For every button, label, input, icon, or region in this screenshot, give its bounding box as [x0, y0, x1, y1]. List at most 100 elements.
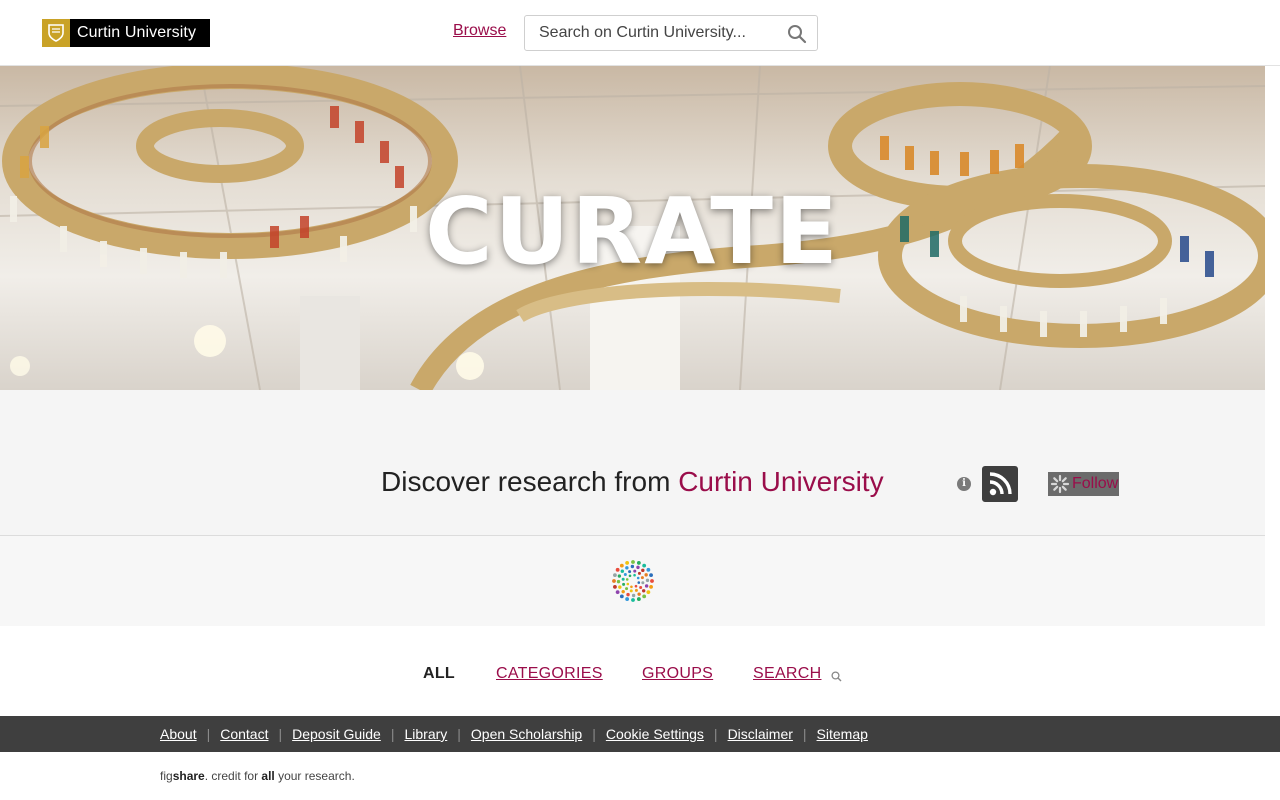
site-search	[524, 15, 818, 51]
footer-link-sitemap[interactable]: Sitemap	[817, 726, 868, 742]
loader-dot	[644, 584, 649, 588]
loader-dot	[625, 578, 629, 581]
loader-dot	[637, 571, 641, 575]
footer-link-about[interactable]: About	[160, 726, 197, 742]
loader-dot	[636, 565, 640, 570]
curtin-logo[interactable]: Curtin University	[42, 19, 210, 47]
footer-separator: |	[457, 726, 461, 742]
rss-icon[interactable]	[982, 466, 1018, 502]
loader-dot	[639, 585, 643, 589]
footer-link-contact[interactable]: Contact	[220, 726, 268, 742]
figshare-credit: figshare. credit for all your research.	[160, 769, 355, 783]
loader-dot	[613, 573, 617, 578]
loader-dot	[640, 576, 644, 580]
follow-button[interactable]: Follow	[1048, 472, 1119, 496]
tab-groups[interactable]: GROUPS	[642, 665, 713, 683]
loader-dot	[631, 560, 635, 564]
loader-dot	[646, 590, 651, 595]
loader-dot	[618, 585, 622, 589]
footer-separator: |	[390, 726, 395, 742]
loader-dot	[628, 574, 632, 578]
footer-link-open-scholarship[interactable]: Open Scholarship	[471, 726, 582, 742]
spinner-icon	[1048, 472, 1072, 496]
footer-link-library[interactable]: Library	[404, 726, 447, 742]
tab-search[interactable]: SEARCH	[753, 665, 821, 683]
loader-dot	[612, 579, 616, 583]
footer-separator: |	[713, 726, 718, 742]
tab-all[interactable]: ALL	[423, 665, 455, 683]
search-icon[interactable]	[787, 24, 807, 44]
loader-dot	[641, 589, 646, 593]
credit-end: your research.	[274, 769, 355, 783]
hero-title: CURATE	[425, 178, 840, 285]
loader-dot	[631, 598, 635, 602]
loader-dot	[641, 568, 645, 573]
footer-link-deposit-guide[interactable]: Deposit Guide	[292, 726, 381, 742]
footer-separator: |	[206, 726, 211, 742]
loader-dot	[649, 573, 653, 578]
loader-dot	[633, 573, 636, 577]
browse-link[interactable]: Browse	[453, 22, 506, 40]
footer-separator: |	[592, 726, 596, 742]
section-tabs: ALL CATEGORIES GROUPS SEARCH	[0, 626, 1280, 716]
credit-fig: fig	[160, 769, 173, 783]
loader-dot	[626, 582, 630, 586]
discover-section: Discover research from Curtin University…	[0, 390, 1265, 536]
loader-dot	[619, 563, 624, 568]
footer-links: About | Contact | Deposit Guide | Librar…	[160, 726, 868, 742]
loader-dot	[630, 585, 633, 589]
loader-dot	[642, 563, 647, 568]
loader-dot	[625, 587, 629, 591]
loader-dot	[641, 581, 645, 585]
loader-dot	[642, 594, 647, 599]
credit-all: all	[261, 769, 275, 783]
loader-dot	[650, 579, 654, 583]
loader-dot	[623, 573, 627, 577]
discover-prefix: Discover research from	[381, 466, 679, 497]
tab-categories[interactable]: CATEGORIES	[496, 665, 603, 683]
credit-mid: . credit for	[204, 769, 262, 783]
footer-separator: |	[278, 726, 283, 742]
loader-dot	[613, 584, 617, 589]
footer-bar: About | Contact | Deposit Guide | Librar…	[0, 716, 1280, 752]
info-icon[interactable]: i	[957, 477, 971, 491]
loader-dot	[637, 592, 641, 596]
loader-dot	[631, 593, 636, 598]
loader-dot	[630, 564, 635, 569]
footer-link-cookie-settings[interactable]: Cookie Settings	[606, 726, 704, 742]
loader-dot	[645, 578, 650, 583]
loader-dot	[634, 588, 638, 592]
footer-separator: |	[802, 726, 807, 742]
logo-text: Curtin University	[77, 24, 197, 41]
loader-dot	[629, 589, 633, 593]
search-input[interactable]	[525, 16, 775, 50]
credit-share: share	[172, 769, 205, 783]
loader-dot	[616, 579, 621, 584]
loader-dot	[622, 582, 626, 586]
loader-dot	[625, 561, 630, 565]
loader-dot	[621, 589, 625, 594]
loader-dot	[633, 569, 637, 573]
loader-dot	[625, 597, 630, 601]
loader-dot	[621, 577, 625, 581]
loader-dot	[636, 561, 641, 565]
loader-dot	[636, 576, 640, 580]
content-loading-area	[0, 536, 1265, 626]
search-icon	[831, 669, 842, 682]
loader-dot	[615, 590, 620, 595]
loader-dot	[636, 597, 641, 601]
loader-dot	[626, 592, 630, 597]
loader-dot	[637, 581, 641, 584]
follow-label: Follow	[1072, 475, 1119, 492]
footer-link-disclaimer[interactable]: Disclaimer	[728, 726, 793, 742]
institution-name: Curtin University	[678, 466, 884, 497]
loader-dot	[646, 567, 651, 572]
loader-dot	[634, 584, 638, 588]
loader-dot	[620, 569, 625, 573]
discover-heading: Discover research from Curtin University	[381, 466, 884, 498]
loader-dot	[615, 567, 620, 572]
loader-dot	[625, 566, 629, 570]
loader-dot	[617, 574, 622, 578]
loader-dot	[628, 570, 632, 574]
crest-icon	[42, 19, 70, 47]
